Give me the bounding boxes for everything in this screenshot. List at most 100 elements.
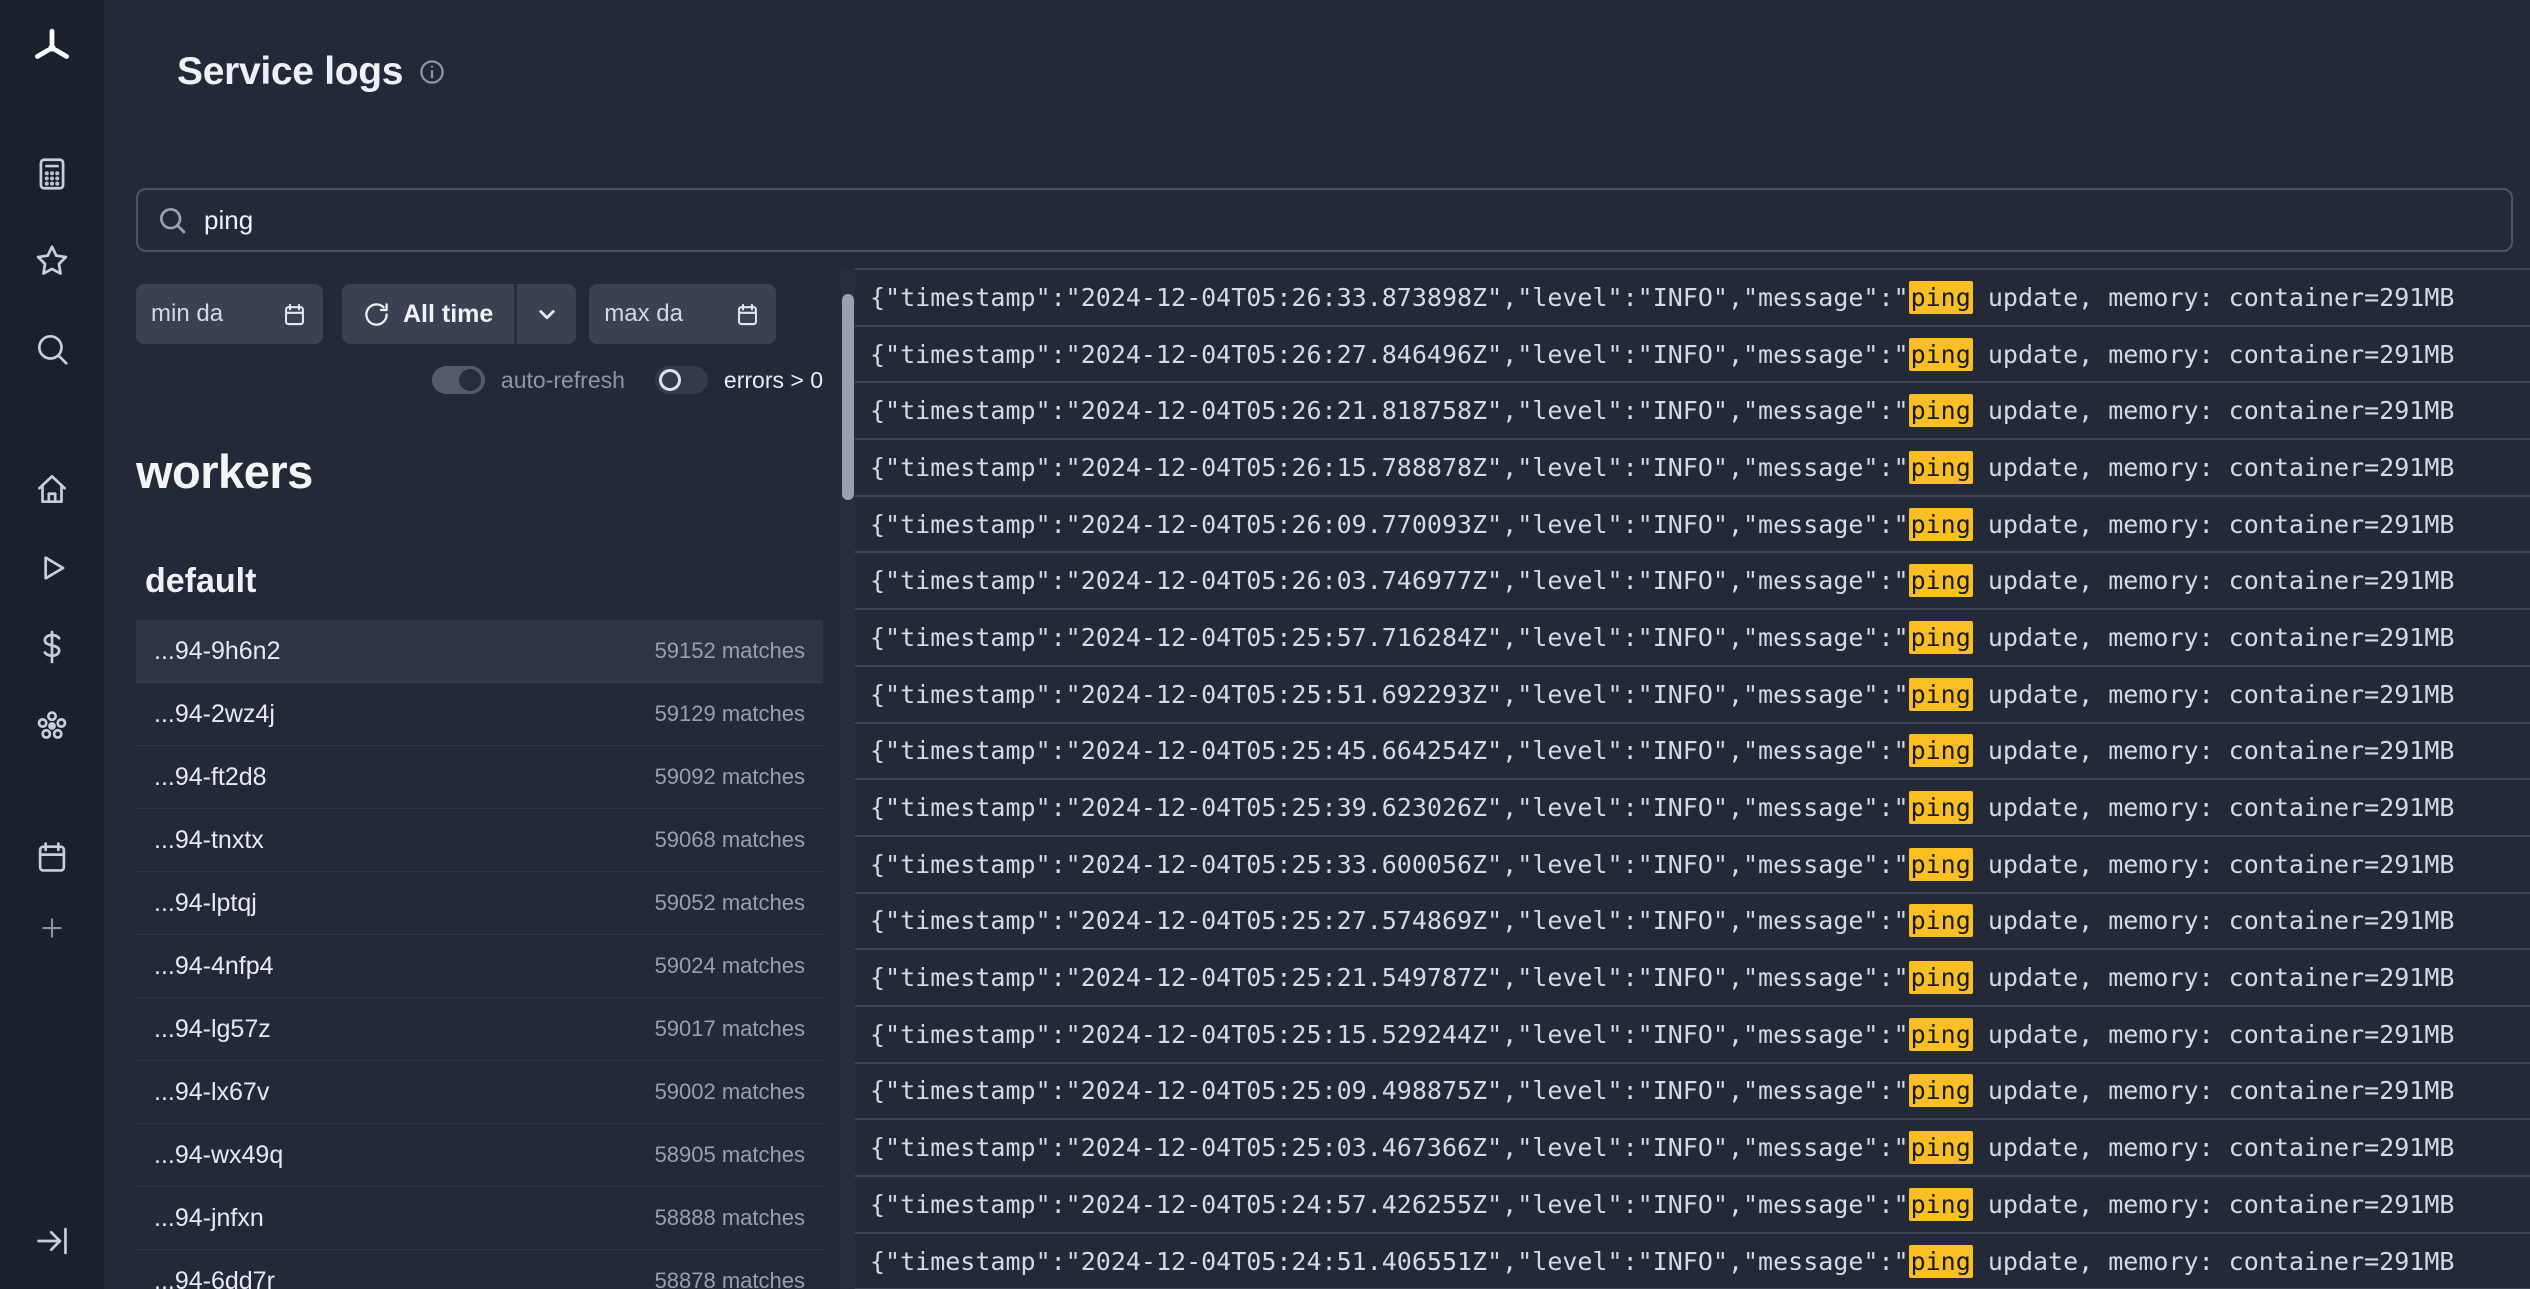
log-timestamp: 2024-12-04T05:26:03.746977Z	[1081, 566, 1487, 595]
log-json-mid2: ","message":"	[1713, 963, 1909, 992]
log-level: INFO	[1653, 1247, 1713, 1276]
log-highlight-match: ping	[1909, 734, 1973, 767]
schedules-calendar-icon[interactable]	[32, 837, 72, 877]
log-json-mid2: ","message":"	[1713, 1076, 1909, 1105]
windmill-logo-icon[interactable]	[30, 26, 74, 70]
log-timestamp: 2024-12-04T05:25:03.467366Z	[1081, 1133, 1487, 1162]
info-icon[interactable]	[417, 57, 447, 87]
log-json-mid2: ","message":"	[1713, 736, 1909, 765]
collapse-sidebar-arrow-icon[interactable]	[32, 1221, 72, 1261]
worker-row[interactable]: ...94-6dd7r 58878 matches	[136, 1250, 823, 1289]
log-row[interactable]: {"timestamp":"2024-12-04T05:26:09.770093…	[855, 497, 2530, 554]
log-json-mid: ","level":"	[1487, 396, 1653, 425]
log-row[interactable]: {"timestamp":"2024-12-04T05:25:03.467366…	[855, 1120, 2530, 1177]
worker-match-count: 59017 matches	[655, 1016, 805, 1042]
log-level: INFO	[1653, 793, 1713, 822]
log-highlight-match: ping	[1909, 394, 1973, 427]
worker-row[interactable]: ...94-2wz4j 59129 matches	[136, 683, 823, 746]
log-json-mid: ","level":"	[1487, 566, 1653, 595]
variables-dollar-icon[interactable]	[32, 627, 72, 667]
log-highlight-match: ping	[1909, 678, 1973, 711]
log-message-rest: update, memory: container=291MB	[1973, 680, 2455, 709]
log-level: INFO	[1653, 396, 1713, 425]
errors-toggle[interactable]	[655, 366, 708, 394]
time-range-button[interactable]: All time	[342, 284, 514, 344]
search-input[interactable]	[204, 205, 2493, 236]
runs-play-icon[interactable]	[32, 548, 72, 588]
log-row[interactable]: {"timestamp":"2024-12-04T05:25:33.600056…	[855, 837, 2530, 894]
log-row[interactable]: {"timestamp":"2024-12-04T05:25:27.574869…	[855, 894, 2530, 951]
worker-row[interactable]: ...94-jnfxn 58888 matches	[136, 1187, 823, 1250]
worker-name: ...94-2wz4j	[154, 700, 275, 729]
log-json-mid2: ","message":"	[1713, 850, 1909, 879]
worker-match-count: 59129 matches	[655, 701, 805, 727]
worker-row[interactable]: ...94-lptqj 59052 matches	[136, 872, 823, 935]
log-row[interactable]: {"timestamp":"2024-12-04T05:26:03.746977…	[855, 553, 2530, 610]
log-row[interactable]: {"timestamp":"2024-12-04T05:26:27.846496…	[855, 327, 2530, 384]
worker-match-count: 59068 matches	[655, 827, 805, 853]
log-row[interactable]: {"timestamp":"2024-12-04T05:25:39.623026…	[855, 780, 2530, 837]
worker-row[interactable]: ...94-lg57z 59017 matches	[136, 998, 823, 1061]
log-json-mid: ","level":"	[1487, 736, 1653, 765]
favorites-star-icon[interactable]	[32, 241, 72, 281]
log-level: INFO	[1653, 453, 1713, 482]
log-timestamp: 2024-12-04T05:26:15.788878Z	[1081, 453, 1487, 482]
worker-name: ...94-lx67v	[154, 1078, 269, 1107]
worker-row[interactable]: ...94-lx67v 59002 matches	[136, 1061, 823, 1124]
home-icon[interactable]	[32, 469, 72, 509]
log-json-prefix: {"timestamp":"	[870, 906, 1081, 935]
auto-refresh-toggle[interactable]	[432, 366, 485, 394]
time-range-dropdown-button[interactable]	[514, 284, 576, 344]
log-row[interactable]: {"timestamp":"2024-12-04T05:26:21.818758…	[855, 383, 2530, 440]
log-message-rest: update, memory: container=291MB	[1973, 510, 2455, 539]
log-timestamp: 2024-12-04T05:24:57.426255Z	[1081, 1190, 1487, 1219]
worker-row[interactable]: ...94-wx49q 58905 matches	[136, 1124, 823, 1187]
log-timestamp: 2024-12-04T05:25:39.623026Z	[1081, 793, 1487, 822]
log-row[interactable]: {"timestamp":"2024-12-04T05:26:15.788878…	[855, 440, 2530, 497]
log-row[interactable]: {"timestamp":"2024-12-04T05:25:57.716284…	[855, 610, 2530, 667]
worker-match-count: 58905 matches	[655, 1142, 805, 1168]
log-json-mid2: ","message":"	[1713, 793, 1909, 822]
log-row[interactable]: {"timestamp":"2024-12-04T05:25:45.664254…	[855, 724, 2530, 781]
worker-row[interactable]: ...94-tnxtx 59068 matches	[136, 809, 823, 872]
log-scrollbar-thumb[interactable]	[842, 294, 854, 500]
time-range-group: All time	[342, 284, 576, 344]
log-row[interactable]: {"timestamp":"2024-12-04T05:25:21.549787…	[855, 950, 2530, 1007]
search-icon[interactable]	[32, 329, 72, 369]
log-json-mid: ","level":"	[1487, 1247, 1653, 1276]
log-timestamp: 2024-12-04T05:25:21.549787Z	[1081, 963, 1487, 992]
log-level: INFO	[1653, 1076, 1713, 1105]
max-date-button[interactable]: max da	[589, 284, 776, 344]
log-json-mid2: ","message":"	[1713, 566, 1909, 595]
log-highlight-match: ping	[1909, 1131, 1973, 1164]
calculator-icon[interactable]	[32, 154, 72, 194]
log-timestamp: 2024-12-04T05:24:51.406551Z	[1081, 1247, 1487, 1276]
add-plus-icon[interactable]	[32, 908, 72, 948]
worker-row[interactable]: ...94-9h6n2 59152 matches	[136, 620, 823, 683]
log-row[interactable]: {"timestamp":"2024-12-04T05:25:51.692293…	[855, 667, 2530, 724]
min-date-button[interactable]: min da	[136, 284, 323, 344]
log-row[interactable]: {"timestamp":"2024-12-04T05:25:09.498875…	[855, 1064, 2530, 1121]
log-row[interactable]: {"timestamp":"2024-12-04T05:25:15.529244…	[855, 1007, 2530, 1064]
log-message-rest: update, memory: container=291MB	[1973, 1133, 2455, 1162]
log-json-mid: ","level":"	[1487, 1133, 1653, 1162]
log-timestamp: 2024-12-04T05:25:45.664254Z	[1081, 736, 1487, 765]
log-row[interactable]: {"timestamp":"2024-12-04T05:24:51.406551…	[855, 1234, 2530, 1289]
log-row[interactable]: {"timestamp":"2024-12-04T05:24:57.426255…	[855, 1177, 2530, 1234]
log-level: INFO	[1653, 850, 1713, 879]
log-json-prefix: {"timestamp":"	[870, 1020, 1081, 1049]
hub-flower-icon[interactable]	[32, 706, 72, 746]
log-highlight-match: ping	[1909, 621, 1973, 654]
log-row[interactable]: {"timestamp":"2024-12-04T05:26:33.873898…	[855, 270, 2530, 327]
log-level: INFO	[1653, 510, 1713, 539]
log-message-rest: update, memory: container=291MB	[1973, 1020, 2455, 1049]
log-scrollbar[interactable]	[841, 268, 855, 1289]
auto-refresh-label: auto-refresh	[501, 367, 625, 394]
log-json-mid: ","level":"	[1487, 623, 1653, 652]
worker-match-count: 58888 matches	[655, 1205, 805, 1231]
worker-row[interactable]: ...94-4nfp4 59024 matches	[136, 935, 823, 998]
time-range-label: All time	[403, 300, 493, 329]
log-json-mid2: ","message":"	[1713, 1190, 1909, 1219]
log-json-mid: ","level":"	[1487, 510, 1653, 539]
worker-row[interactable]: ...94-ft2d8 59092 matches	[136, 746, 823, 809]
